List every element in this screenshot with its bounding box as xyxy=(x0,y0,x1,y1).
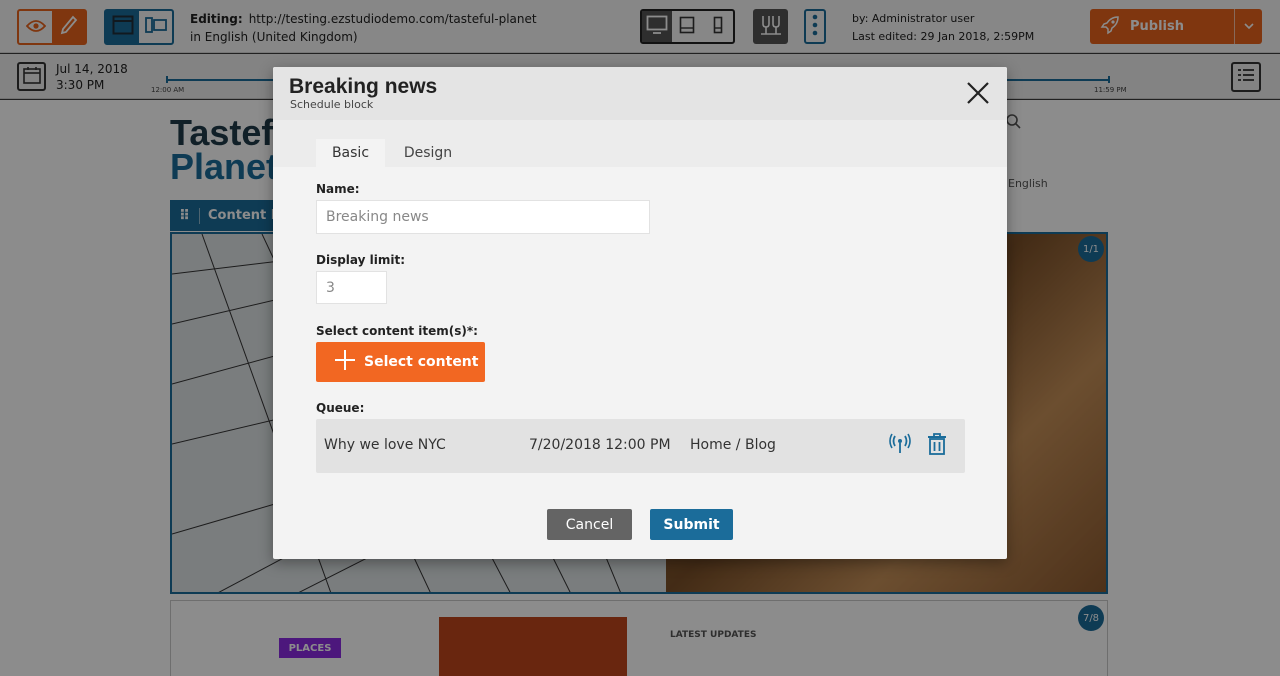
dialog-header: Breaking news Schedule block xyxy=(273,67,1007,120)
plus-icon xyxy=(334,349,356,375)
queue-item-date: 7/20/2018 12:00 PM xyxy=(529,437,671,453)
name-label: Name: xyxy=(316,182,360,196)
queue-label: Queue: xyxy=(316,401,365,415)
display-limit-input[interactable]: 3 xyxy=(316,271,387,304)
remove-item-button[interactable] xyxy=(925,433,949,459)
dialog-title: Breaking news xyxy=(289,75,438,98)
queue-item-title: Why we love NYC xyxy=(324,437,446,453)
tab-design[interactable]: Design xyxy=(393,139,463,167)
trash-icon xyxy=(927,433,947,459)
close-icon xyxy=(967,82,989,108)
cancel-button[interactable]: Cancel xyxy=(547,509,632,540)
select-content-label-text: Select content xyxy=(364,354,479,370)
name-input[interactable]: Breaking news xyxy=(316,200,650,234)
schedule-block-dialog: Breaking news Schedule block Basic Desig… xyxy=(273,67,1007,559)
select-content-label: Select content item(s)*: xyxy=(316,324,478,338)
dialog-subtitle: Schedule block xyxy=(290,98,374,111)
broadcast-icon xyxy=(889,433,911,459)
dialog-tabs: Basic Design xyxy=(273,120,1007,167)
tab-basic[interactable]: Basic xyxy=(316,139,385,167)
airtime-button[interactable] xyxy=(888,433,912,459)
submit-button[interactable]: Submit xyxy=(650,509,733,540)
queue-item-location: Home / Blog xyxy=(690,437,776,453)
select-content-button[interactable]: Select content xyxy=(316,342,485,382)
close-button[interactable] xyxy=(965,82,991,108)
queue-item: Why we love NYC 7/20/2018 12:00 PM Home … xyxy=(316,419,965,473)
display-limit-label: Display limit: xyxy=(316,253,406,267)
